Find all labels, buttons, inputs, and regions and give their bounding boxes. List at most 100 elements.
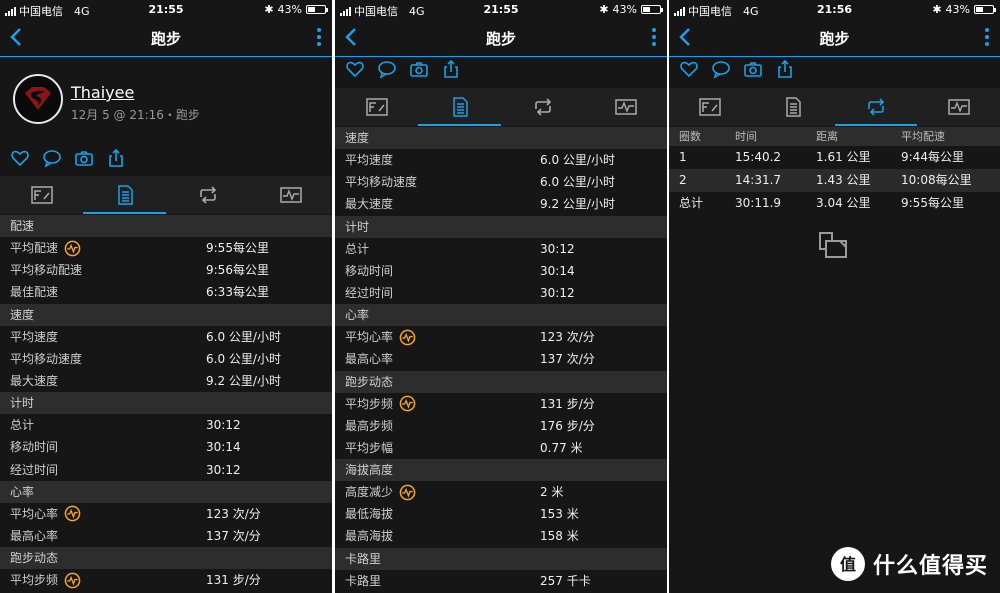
- stat-label-text: 平均移动配速: [10, 263, 83, 278]
- tab-overview[interactable]: [335, 88, 418, 126]
- stat-value: 6:33每公里: [206, 285, 269, 300]
- tab-laps[interactable]: [166, 176, 249, 214]
- stat-label: 总计: [10, 414, 34, 436]
- stat-label: 平均心率: [10, 503, 81, 525]
- comment-icon[interactable]: [377, 59, 397, 79]
- lap-time: 14:31.7: [735, 173, 782, 187]
- tab-stats[interactable]: [752, 88, 835, 126]
- stat-label: 最高海拔: [345, 525, 393, 547]
- tab-bar: [0, 176, 332, 214]
- activity-header: Thaiyee 12月 5 @ 21:16・跑步: [0, 57, 332, 140]
- comment-icon[interactable]: [711, 59, 731, 79]
- bluetooth-icon: ✱: [264, 3, 274, 16]
- stat-value: 137 次/分: [206, 528, 261, 543]
- overview-icon: [365, 98, 388, 116]
- col-distance: 距离: [816, 130, 838, 143]
- stat-label: 平均步频: [10, 569, 81, 591]
- camera-icon[interactable]: [409, 59, 429, 79]
- tab-bar: [669, 88, 1000, 126]
- lap-pace: 9:44每公里: [901, 150, 964, 164]
- performance-badge-icon[interactable]: [64, 572, 81, 589]
- stat-label-text: 总计: [10, 418, 35, 433]
- superman-logo-icon: [25, 87, 51, 110]
- lap-row[interactable]: 1 15:40.2 1.61 公里 9:44每公里: [669, 146, 1000, 169]
- stat-value: 30:12: [206, 418, 241, 433]
- tab-stats[interactable]: [83, 176, 166, 214]
- status-bar: 中国电信 4G 21:55 ✱ 43%: [0, 0, 332, 20]
- stat-label-text: 最高心率: [345, 352, 394, 367]
- stat-label: 总计: [345, 238, 369, 260]
- watermark-text: 什么值得买: [872, 554, 988, 579]
- heart-icon[interactable]: [679, 59, 699, 79]
- lap-pace: 10:08每公里: [901, 173, 972, 187]
- more-menu-icon[interactable]: [314, 26, 324, 48]
- stats-icon: [786, 97, 801, 117]
- col-lap: 圈数: [679, 130, 701, 143]
- col-pace: 平均配速: [901, 130, 945, 143]
- stat-label: 移动时间: [345, 260, 393, 282]
- copy-icon[interactable]: [818, 231, 850, 261]
- more-menu-icon[interactable]: [649, 26, 659, 48]
- share-icon[interactable]: [106, 148, 126, 168]
- stat-row: 最大速度 9.2 公里/小时: [0, 370, 332, 392]
- share-icon[interactable]: [441, 59, 461, 79]
- stat-label: 经过时间: [345, 282, 393, 304]
- tab-laps[interactable]: [834, 88, 918, 126]
- stat-value: 9:56每公里: [206, 263, 269, 278]
- stat-row: 平均步频 131 步/分: [0, 569, 332, 591]
- status-bar: 中国电信 4G 21:56 ✱ 43%: [669, 0, 1000, 20]
- camera-icon[interactable]: [74, 148, 94, 168]
- stat-label-text: 平均速度: [345, 153, 394, 167]
- stat-value: 2 米: [540, 485, 564, 500]
- stat-label-text: 平均步频: [10, 573, 59, 588]
- lap-time: 30:11.9: [735, 196, 782, 210]
- stat-label-text: 平均移动速度: [10, 351, 83, 366]
- comment-icon[interactable]: [42, 148, 62, 168]
- avatar[interactable]: [13, 74, 63, 124]
- stat-label: 高度减少: [345, 481, 416, 503]
- performance-badge-icon[interactable]: [64, 240, 81, 257]
- stat-label: 最高步频: [345, 415, 393, 437]
- stat-label-text: 最佳配速: [10, 285, 59, 300]
- section-header: 计时: [335, 215, 667, 238]
- tab-charts[interactable]: [584, 88, 667, 126]
- tab-overview[interactable]: [0, 176, 83, 214]
- heart-icon[interactable]: [10, 148, 30, 168]
- laps-icon: [534, 98, 551, 116]
- tab-overview[interactable]: [669, 88, 752, 126]
- stat-row: 最低海拔 153 米: [335, 503, 667, 525]
- performance-badge-icon[interactable]: [399, 484, 416, 501]
- stat-label: 经过时间: [10, 459, 58, 481]
- battery-icon: [306, 5, 328, 14]
- tab-stats[interactable]: [418, 88, 501, 126]
- bluetooth-icon: ✱: [932, 3, 942, 16]
- laps-table: 圈数 时间 距离 平均配速 1 15:40.2 1.61 公里 9:44每公里 …: [669, 127, 1000, 215]
- stats-icon: [452, 97, 468, 117]
- performance-badge-icon[interactable]: [399, 329, 416, 346]
- performance-badge-icon[interactable]: [64, 505, 81, 522]
- tab-charts[interactable]: [917, 88, 1000, 126]
- lap-row[interactable]: 2 14:31.7 1.43 公里 10:08每公里: [669, 169, 1000, 192]
- stat-label-text: 最高心率: [10, 528, 59, 543]
- stat-label: 平均步幅: [345, 437, 393, 459]
- performance-badge-icon[interactable]: [399, 395, 416, 412]
- stat-row: 总计 30:12: [0, 414, 332, 436]
- tab-charts[interactable]: [249, 176, 332, 214]
- lap-time: 15:40.2: [735, 150, 782, 164]
- username-link[interactable]: Thaiyee: [71, 83, 134, 102]
- share-icon[interactable]: [775, 59, 795, 79]
- stat-row: 平均速度 6.0 公里/小时: [0, 326, 332, 348]
- heart-icon[interactable]: [345, 59, 365, 79]
- camera-icon[interactable]: [743, 59, 763, 79]
- tab-laps[interactable]: [501, 88, 584, 126]
- stat-label: 平均配速: [10, 237, 81, 259]
- stat-label: 移动时间: [10, 436, 58, 458]
- stat-row: 经过时间 30:12: [0, 459, 332, 481]
- action-bar: [10, 147, 126, 169]
- more-menu-icon[interactable]: [982, 26, 992, 48]
- stat-row: 最高心率 137 次/分: [0, 525, 332, 547]
- stat-row: 卡路里 257 千卡: [335, 570, 667, 592]
- col-time: 时间: [735, 130, 757, 143]
- stats-list: 配速 平均配速 9:55每公里 平均移动配速 9:56每公里 最佳配速 6:33每公里 速度平…: [0, 215, 332, 591]
- charts-icon: [279, 187, 302, 203]
